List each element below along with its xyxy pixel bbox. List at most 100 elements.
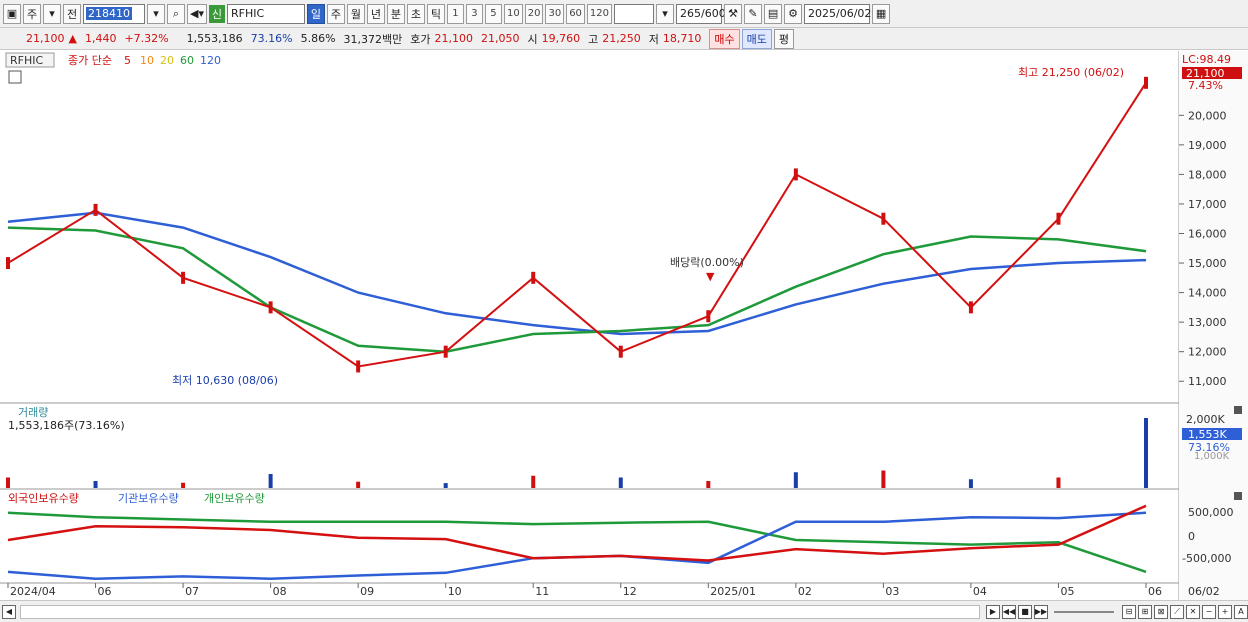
eval-button[interactable]: 평 xyxy=(773,28,795,49)
indicator-icon[interactable]: ⊠ xyxy=(1154,604,1168,619)
volume-bar xyxy=(356,481,361,488)
chart-type-icon[interactable]: ▣ xyxy=(3,3,21,24)
x-tick-label: 2024/04 xyxy=(10,585,56,598)
x-tick-label: 08 xyxy=(273,585,287,598)
dividend-arrow-icon: ▼ xyxy=(706,270,715,283)
play-icon[interactable]: ▶ xyxy=(986,604,1000,619)
volume-bar xyxy=(618,477,623,488)
count-field[interactable]: 265/600 xyxy=(676,3,726,24)
period-tick-tab[interactable]: 틱 xyxy=(426,3,445,24)
font-size-icon[interactable]: A xyxy=(1234,604,1248,619)
high-label: 고 xyxy=(588,32,599,46)
dividend-annotation: 배당락(0.00%) xyxy=(670,256,744,269)
period-year-tab[interactable]: 년 xyxy=(366,3,385,24)
current-price-pct: 7.43% xyxy=(1188,79,1223,92)
x-tick-label: 06 xyxy=(1148,585,1162,598)
cross-icon[interactable]: ✕ xyxy=(1186,604,1200,619)
max-count: /600 xyxy=(701,6,726,20)
price-candle xyxy=(793,168,798,181)
sound-icon[interactable]: ◀▾ xyxy=(187,3,207,24)
interval-1[interactable]: 1 xyxy=(446,3,464,24)
interval-dropdown-icon[interactable]: ▾ xyxy=(656,3,675,24)
volume-tick-2000: 2,000K xyxy=(1186,413,1225,426)
drawing-icon[interactable]: ⟋ xyxy=(1170,604,1184,619)
period-minute-tab[interactable]: 분 xyxy=(386,3,405,24)
ma20-legend: 20 xyxy=(160,54,174,67)
volume-bar xyxy=(881,470,886,488)
plus-icon[interactable]: + xyxy=(1218,604,1232,619)
interval-30[interactable]: 30 xyxy=(545,3,565,24)
low-annotation: 최저 10,630 (08/06) xyxy=(172,374,278,387)
open-price: 19,760 xyxy=(541,32,581,45)
volume-tick-1000: 1,000K xyxy=(1194,451,1230,462)
volume-bar xyxy=(93,481,98,488)
zoom-slider[interactable] xyxy=(1054,610,1114,613)
price-tick-label: 17,000 xyxy=(1188,198,1227,211)
trade-amount: 31,372백만 xyxy=(343,32,403,46)
chart-canvas[interactable]: RFHIC 종가 단순 5 10 20 60 120 LC:98.49 21,1… xyxy=(0,51,1248,600)
period-week-tab[interactable]: 주 xyxy=(326,3,345,24)
bid-label: 호가 xyxy=(410,32,431,46)
x-tick-label: 12 xyxy=(623,585,637,598)
price-candle xyxy=(443,345,448,358)
price-tick-label: 14,000 xyxy=(1188,287,1227,300)
stop-icon[interactable]: ■ xyxy=(1018,604,1032,619)
prev-button[interactable]: 전 xyxy=(63,3,81,24)
sell-button[interactable]: 매도 xyxy=(741,28,772,49)
x-tick-label: 07 xyxy=(185,585,199,598)
turnover-rate: 5.86% xyxy=(300,32,336,45)
save-icon[interactable]: ▤ xyxy=(764,3,783,24)
date-input[interactable]: 2025/06/02 xyxy=(804,3,871,24)
foreign-legend: 외국인보유수량 xyxy=(8,492,79,505)
interval-10[interactable]: 10 xyxy=(503,3,523,24)
volume-bar xyxy=(268,474,273,488)
interval-60[interactable]: 60 xyxy=(566,3,585,24)
price-candle xyxy=(356,360,361,373)
gear-icon[interactable]: ⚙ xyxy=(784,3,803,24)
scroll-left-icon[interactable]: ◀ xyxy=(2,604,16,619)
layout-icon[interactable]: ⊞ xyxy=(1138,604,1152,619)
compare-icon[interactable]: ⊟ xyxy=(1122,604,1136,619)
interval-120[interactable]: 120 xyxy=(586,3,613,24)
buy-button[interactable]: 매수 xyxy=(709,28,740,49)
period-month-tab[interactable]: 월 xyxy=(346,3,365,24)
period-second-tab[interactable]: 초 xyxy=(406,3,425,24)
tools-icon[interactable]: ⚒ xyxy=(724,3,743,24)
x-tick-label: 2025/01 xyxy=(710,585,756,598)
price-tick-label: 20,000 xyxy=(1188,109,1227,122)
chart-type-dropdown[interactable]: 주 xyxy=(23,3,41,24)
volume-value: 1,553,186 xyxy=(186,32,243,45)
ma-legend-title: 종가 단순 xyxy=(68,54,112,67)
change-arrow-icon: ▲ xyxy=(68,32,77,45)
stock-code-input[interactable]: 218410 xyxy=(83,3,145,24)
forward-icon[interactable]: ▶▶ xyxy=(1034,604,1048,619)
search-icon[interactable]: ⌕ xyxy=(167,3,185,24)
holding-panel-close-icon[interactable] xyxy=(1234,492,1242,500)
code-dropdown-icon[interactable]: ▾ xyxy=(147,3,165,24)
stock-name-field[interactable]: RFHIC xyxy=(226,3,305,24)
custom-interval-input[interactable] xyxy=(614,3,655,24)
period-day-tab[interactable]: 일 xyxy=(306,3,325,24)
interval-5[interactable]: 5 xyxy=(484,3,502,24)
price-candle xyxy=(1144,76,1148,89)
low-price: 18,710 xyxy=(662,32,702,45)
ma120-legend: 120 xyxy=(200,54,221,67)
grid-toggle-icon[interactable] xyxy=(8,70,22,84)
lc-label: LC:98.49 xyxy=(1182,53,1231,66)
holding-tick-500k: 500,000 xyxy=(1188,506,1234,519)
interval-3[interactable]: 3 xyxy=(465,3,483,24)
draw-icon[interactable]: ✎ xyxy=(744,3,763,24)
dropdown-arrow-icon[interactable]: ▾ xyxy=(43,3,61,24)
volume-bar xyxy=(443,483,448,488)
high-price: 21,250 xyxy=(602,32,641,45)
x-axis-right-label: 06/02 xyxy=(1188,585,1220,598)
interval-20[interactable]: 20 xyxy=(524,3,544,24)
institution-legend: 기관보유수량 xyxy=(118,492,179,505)
rewind-icon[interactable]: ◀◀ xyxy=(1002,604,1016,619)
volume-panel-close-icon[interactable] xyxy=(1234,406,1242,414)
calendar-icon[interactable]: ▦ xyxy=(872,3,891,24)
volume-title: 거래량 xyxy=(18,406,48,419)
horizontal-scrollbar[interactable] xyxy=(20,604,980,619)
minus-icon[interactable]: − xyxy=(1202,604,1216,619)
stock-code-value: 218410 xyxy=(86,6,132,20)
